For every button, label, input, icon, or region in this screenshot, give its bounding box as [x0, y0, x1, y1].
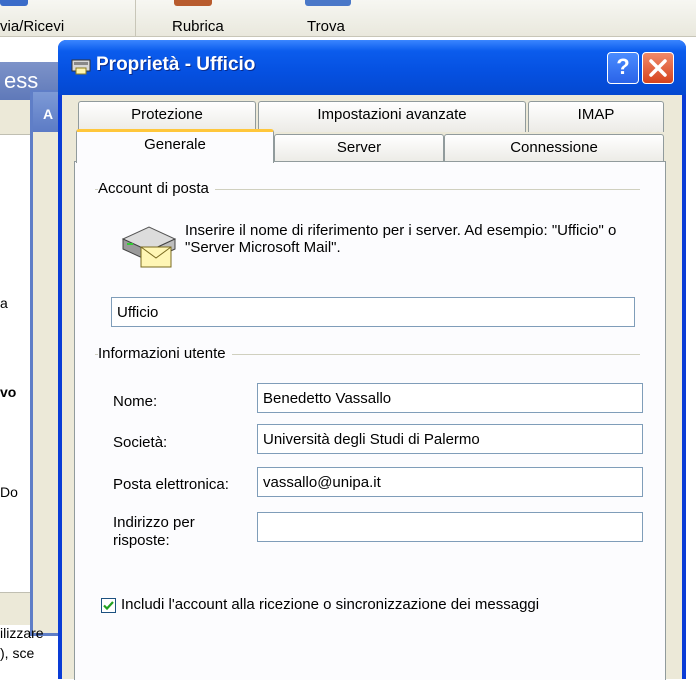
dialog-titlebar[interactable]: Proprietà - Ufficio ?	[58, 40, 686, 95]
include-account-checkbox[interactable]	[101, 598, 116, 613]
name-label: Nome:	[113, 393, 158, 410]
reply-address-input[interactable]	[257, 512, 643, 542]
name-input[interactable]: Benedetto Vassallo	[257, 383, 643, 413]
company-input[interactable]: Università degli Studi di Palermo	[257, 424, 643, 454]
dialog-title: Proprietà - Ufficio	[96, 54, 256, 75]
email-input[interactable]: vassallo@unipa.it	[257, 467, 643, 497]
background-text: ilizzare	[0, 625, 44, 641]
close-button[interactable]	[642, 52, 674, 84]
company-label: Società:	[113, 434, 168, 451]
tab-protezione[interactable]: Protezione	[78, 101, 256, 132]
mail-server-icon	[121, 226, 177, 268]
background-text: Do	[0, 484, 18, 500]
background-toolbar: via/Ricevi Rubrica Trova	[0, 0, 696, 37]
account-description: Inserire il nome di riferimento per i se…	[185, 222, 617, 256]
send-receive-icon	[0, 0, 28, 6]
background-button	[0, 592, 30, 625]
address-book-icon	[174, 0, 212, 6]
help-button[interactable]: ?	[607, 52, 639, 84]
background-text: ), sce	[0, 645, 35, 661]
background-text: vo	[0, 384, 17, 400]
tab-imap[interactable]: IMAP	[528, 101, 664, 132]
include-account-label[interactable]: Includi l'account alla ricezione o sincr…	[121, 596, 539, 614]
toolbar-send-receive[interactable]: via/Ricevi	[0, 18, 64, 35]
properties-dialog: Proprietà - Ufficio ? Protezione Imposta…	[58, 40, 686, 680]
tab-generale[interactable]: Generale	[76, 129, 274, 163]
account-name-input[interactable]: Ufficio	[111, 297, 635, 327]
toolbar-separator	[135, 0, 136, 36]
user-info-group-label: Informazioni utente	[98, 345, 232, 362]
account-group-label: Account di posta	[98, 180, 215, 197]
email-label: Posta elettronica:	[113, 476, 229, 493]
toolbar-find[interactable]: Trova	[307, 18, 345, 35]
find-icon	[305, 0, 351, 6]
close-icon	[649, 59, 667, 77]
tab-impostazioni-avanzate[interactable]: Impostazioni avanzate	[258, 101, 526, 132]
toolbar-address-book[interactable]: Rubrica	[172, 18, 224, 35]
tab-panel-generale: Account di posta Inserire il nome di rif…	[74, 161, 666, 680]
checkmark-icon	[103, 601, 114, 611]
dialog-body: Protezione Impostazioni avanzate IMAP Ge…	[62, 95, 682, 680]
tab-server[interactable]: Server	[274, 134, 444, 162]
account-properties-icon	[71, 59, 91, 75]
reply-address-label: Indirizzo per risposte:	[113, 514, 195, 549]
background-text: a	[0, 295, 8, 311]
tab-connessione[interactable]: Connessione	[444, 134, 664, 162]
